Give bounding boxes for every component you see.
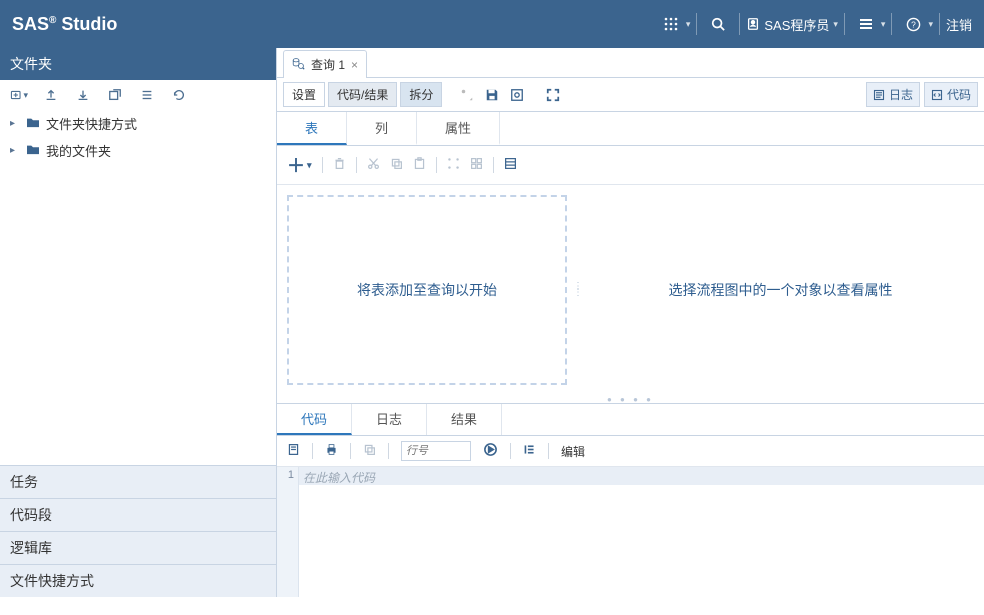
tree-twist-icon[interactable]: ▸	[10, 145, 20, 156]
tab-query[interactable]: 查询 1 ×	[283, 50, 367, 78]
line-number-input[interactable]	[401, 441, 471, 461]
bottom-tab-results[interactable]: 结果	[427, 404, 502, 435]
go-to-line-icon[interactable]	[483, 442, 498, 460]
brand-name: SAS	[12, 14, 49, 34]
settings-button[interactable]: 设置	[283, 82, 325, 107]
tree-label: 我的文件夹	[46, 141, 111, 160]
subtab-attr[interactable]: 属性	[417, 112, 500, 145]
code-editor: 1 在此输入代码	[277, 467, 984, 597]
save-icon[interactable]	[481, 84, 503, 106]
print-icon[interactable]	[325, 443, 338, 459]
left-panel: 文件夹 ▾ ▸ 文件夹快捷方式 ▸ 我的文件夹 任	[0, 48, 277, 597]
user-menu[interactable]: SAS程序员 ▾	[746, 15, 838, 34]
properties-icon[interactable]	[504, 157, 517, 173]
accordion-file-shortcuts[interactable]: 文件快捷方式	[0, 564, 276, 597]
more-menu-icon[interactable]	[851, 9, 881, 39]
subtab-column[interactable]: 列	[347, 112, 417, 145]
properties-zone: ⋮⋮ 选择流程图中的一个对象以查看属性	[577, 185, 984, 395]
bottom-tab-log[interactable]: 日志	[352, 404, 427, 435]
top-bar: SAS® Studio ▾ SAS程序员 ▾ ▾ ? ▾ 注销	[0, 0, 984, 48]
bottom-tabs: 代码 日志 结果	[277, 404, 984, 436]
upload-icon[interactable]	[42, 86, 60, 104]
right-panel: 查询 1 × 设置 代码/结果 拆分	[277, 48, 984, 597]
apps-caret[interactable]: ▾	[686, 19, 691, 30]
user-caret: ▾	[833, 19, 838, 30]
designer-area: 将表添加至查询以开始 ⋮⋮ 选择流程图中的一个对象以查看属性 ● ● ● ● 代…	[277, 185, 984, 597]
workspace: 文件夹 ▾ ▸ 文件夹快捷方式 ▸ 我的文件夹 任	[0, 48, 984, 597]
new-dropdown-icon[interactable]: ▾	[10, 86, 28, 104]
bottom-toolbar: 编辑	[277, 436, 984, 467]
log-toggle-label: 日志	[889, 86, 913, 103]
code-toggle-label: 代码	[947, 86, 971, 103]
subtab-table[interactable]: 表	[277, 112, 347, 145]
format-icon[interactable]	[523, 443, 536, 459]
bottom-tab-code[interactable]: 代码	[277, 404, 352, 435]
tree-label: 文件夹快捷方式	[46, 114, 137, 133]
fullscreen-icon[interactable]	[542, 84, 564, 106]
reg-mark: ®	[49, 15, 56, 26]
code-input[interactable]: 在此输入代码	[299, 467, 984, 485]
signout-link[interactable]: 注销	[946, 15, 972, 34]
new-window-icon[interactable]	[106, 86, 124, 104]
tree-folder-shortcuts[interactable]: ▸ 文件夹快捷方式	[0, 110, 276, 137]
edit-toolbar: ＋▾	[277, 146, 984, 185]
folders-header[interactable]: 文件夹	[0, 48, 276, 80]
refresh-icon[interactable]	[170, 86, 188, 104]
code-gutter: 1	[277, 467, 299, 597]
close-icon[interactable]: ×	[351, 58, 358, 72]
brand-suffix: Studio	[61, 14, 117, 34]
preview-icon[interactable]	[506, 84, 528, 106]
more-caret[interactable]: ▾	[881, 19, 886, 30]
horizontal-split-grip[interactable]: ● ● ● ●	[277, 395, 984, 403]
cut-icon	[367, 157, 380, 173]
help-caret[interactable]: ▾	[928, 19, 933, 30]
split-button[interactable]: 拆分	[400, 82, 442, 107]
user-label: SAS程序员	[764, 15, 829, 34]
line-number: 1	[288, 469, 294, 481]
paste-icon	[413, 157, 426, 173]
add-button[interactable]: ＋▾	[287, 152, 312, 178]
folder-icon	[26, 143, 40, 158]
copy-icon	[390, 157, 403, 173]
delete-icon	[333, 157, 346, 173]
apps-icon[interactable]	[656, 9, 686, 39]
join-icon	[447, 157, 460, 173]
query-icon	[292, 57, 305, 73]
tab-strip: 查询 1 ×	[277, 48, 984, 78]
accordion-snippets[interactable]: 代码段	[0, 498, 276, 531]
tree-twist-icon[interactable]: ▸	[10, 118, 20, 129]
code-toggle-button[interactable]: 代码	[924, 82, 978, 107]
download-icon[interactable]	[74, 86, 92, 104]
run-icon	[456, 84, 478, 106]
list-view-icon[interactable]	[138, 86, 156, 104]
tab-label: 查询 1	[311, 56, 345, 73]
help-icon[interactable]: ?	[898, 9, 928, 39]
designer-subtabs: 表 列 属性	[277, 112, 984, 146]
copy-code-icon	[363, 443, 376, 459]
tree-my-folders[interactable]: ▸ 我的文件夹	[0, 137, 276, 164]
svg-text:?: ?	[911, 19, 916, 29]
search-icon[interactable]	[703, 9, 733, 39]
log-toggle-button[interactable]: 日志	[866, 82, 920, 107]
folders-toolbar: ▾	[0, 80, 276, 110]
bottom-panel: 代码 日志 结果 编辑	[277, 403, 984, 597]
accordion-tasks[interactable]: 任务	[0, 465, 276, 498]
vertical-split-grip[interactable]: ⋮⋮	[573, 284, 585, 296]
propzone-text: 选择流程图中的一个对象以查看属性	[669, 280, 893, 300]
main-toolbar: 设置 代码/结果 拆分 日志	[277, 78, 984, 112]
open-icon[interactable]	[287, 443, 300, 459]
folder-icon	[26, 116, 40, 131]
brand: SAS® Studio	[12, 14, 117, 35]
select-all-icon	[470, 157, 483, 173]
accordion-libraries[interactable]: 逻辑库	[0, 531, 276, 564]
code-results-button[interactable]: 代码/结果	[328, 82, 397, 107]
table-dropzone[interactable]: 将表添加至查询以开始	[287, 195, 567, 385]
dropzone-text: 将表添加至查询以开始	[357, 280, 497, 300]
edit-mode-button[interactable]: 编辑	[561, 443, 585, 460]
